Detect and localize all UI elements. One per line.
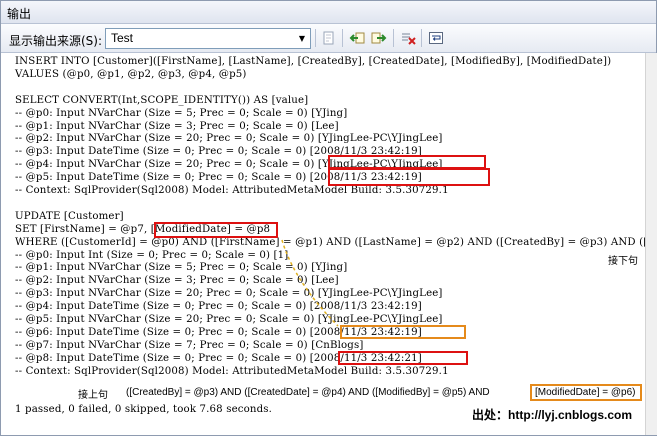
title-bar: 输出 bbox=[1, 1, 656, 24]
output-line: 1 passed, 0 failed, 0 skipped, took 7.68… bbox=[15, 404, 273, 416]
output-window: 输出 显示输出来源(S): Test ▼ INSERT INTO [Custom… bbox=[0, 0, 657, 436]
source-credit: 出处：http://lyj.cnblogs.com bbox=[472, 408, 633, 422]
window-title: 输出 bbox=[7, 7, 32, 21]
previous-message-icon[interactable] bbox=[347, 28, 367, 48]
toolbar-separator bbox=[342, 29, 343, 47]
toolbar-separator bbox=[393, 29, 394, 47]
highlight-p6-value bbox=[340, 325, 466, 339]
continuation-label: 接上句 bbox=[78, 390, 108, 401]
next-message-icon[interactable] bbox=[369, 28, 389, 48]
connector-line bbox=[281, 239, 339, 327]
output-line: -- @p4: Input DateTime (Size = 0; Prec =… bbox=[15, 301, 422, 313]
highlight-p5-value bbox=[328, 168, 490, 186]
vertical-scrollbar[interactable] bbox=[645, 53, 657, 435]
toolbar-separator bbox=[315, 29, 316, 47]
output-line: -- @p2: Input NVarChar (Size = 20; Prec … bbox=[15, 133, 443, 145]
clear-all-icon[interactable] bbox=[398, 28, 418, 48]
continuation-text: ([CreatedBy] = @p3) AND ([CreatedDate] =… bbox=[126, 387, 490, 398]
output-line: -- @p0: Input Int (Size = 0; Prec = 0; S… bbox=[15, 249, 289, 261]
output-line: -- @p3: Input NVarChar (Size = 20; Prec … bbox=[15, 288, 443, 300]
output-line: -- @p1: Input NVarChar (Size = 3; Prec =… bbox=[15, 120, 339, 132]
output-line: SELECT CONVERT(Int,SCOPE_IDENTITY()) AS … bbox=[15, 94, 309, 106]
source-label: 显示输出来源(S): bbox=[9, 34, 103, 48]
output-line: UPDATE [Customer] bbox=[15, 210, 124, 222]
highlight-p4-value bbox=[328, 155, 486, 169]
toolbar-separator bbox=[421, 29, 422, 47]
continuation-highlight: [ModifiedDate] = @p6) bbox=[535, 387, 636, 398]
find-message-icon[interactable] bbox=[319, 28, 339, 48]
word-wrap-icon[interactable] bbox=[426, 28, 446, 48]
output-line: -- Context: SqlProvider(Sql2008) Model: … bbox=[15, 365, 449, 377]
chevron-down-icon[interactable]: ▼ bbox=[294, 29, 310, 48]
output-line: INSERT INTO [Customer]([FirstName], [Las… bbox=[15, 56, 612, 67]
highlight-p8-value bbox=[338, 351, 468, 365]
output-line: -- Context: SqlProvider(Sql2008) Model: … bbox=[15, 185, 449, 196]
source-select-value: Test bbox=[111, 31, 134, 45]
next-line-label: 接下句 bbox=[608, 256, 638, 267]
source-select[interactable]: Test ▼ bbox=[105, 28, 311, 49]
output-line: -- @p5: Input NVarChar (Size = 20; Prec … bbox=[15, 314, 443, 325]
output-line: -- @p0: Input NVarChar (Size = 5; Prec =… bbox=[15, 107, 348, 119]
output-line: -- @p7: Input NVarChar (Size = 7; Prec =… bbox=[15, 339, 364, 351]
continuation-highlight-box: [ModifiedDate] = @p6) bbox=[530, 384, 642, 401]
highlight-modifieddate-set bbox=[154, 222, 278, 238]
output-line: VALUES (@p0, @p1, @p2, @p3, @p4, @p5) bbox=[15, 68, 247, 80]
output-toolbar: 显示输出来源(S): Test ▼ bbox=[1, 24, 656, 53]
